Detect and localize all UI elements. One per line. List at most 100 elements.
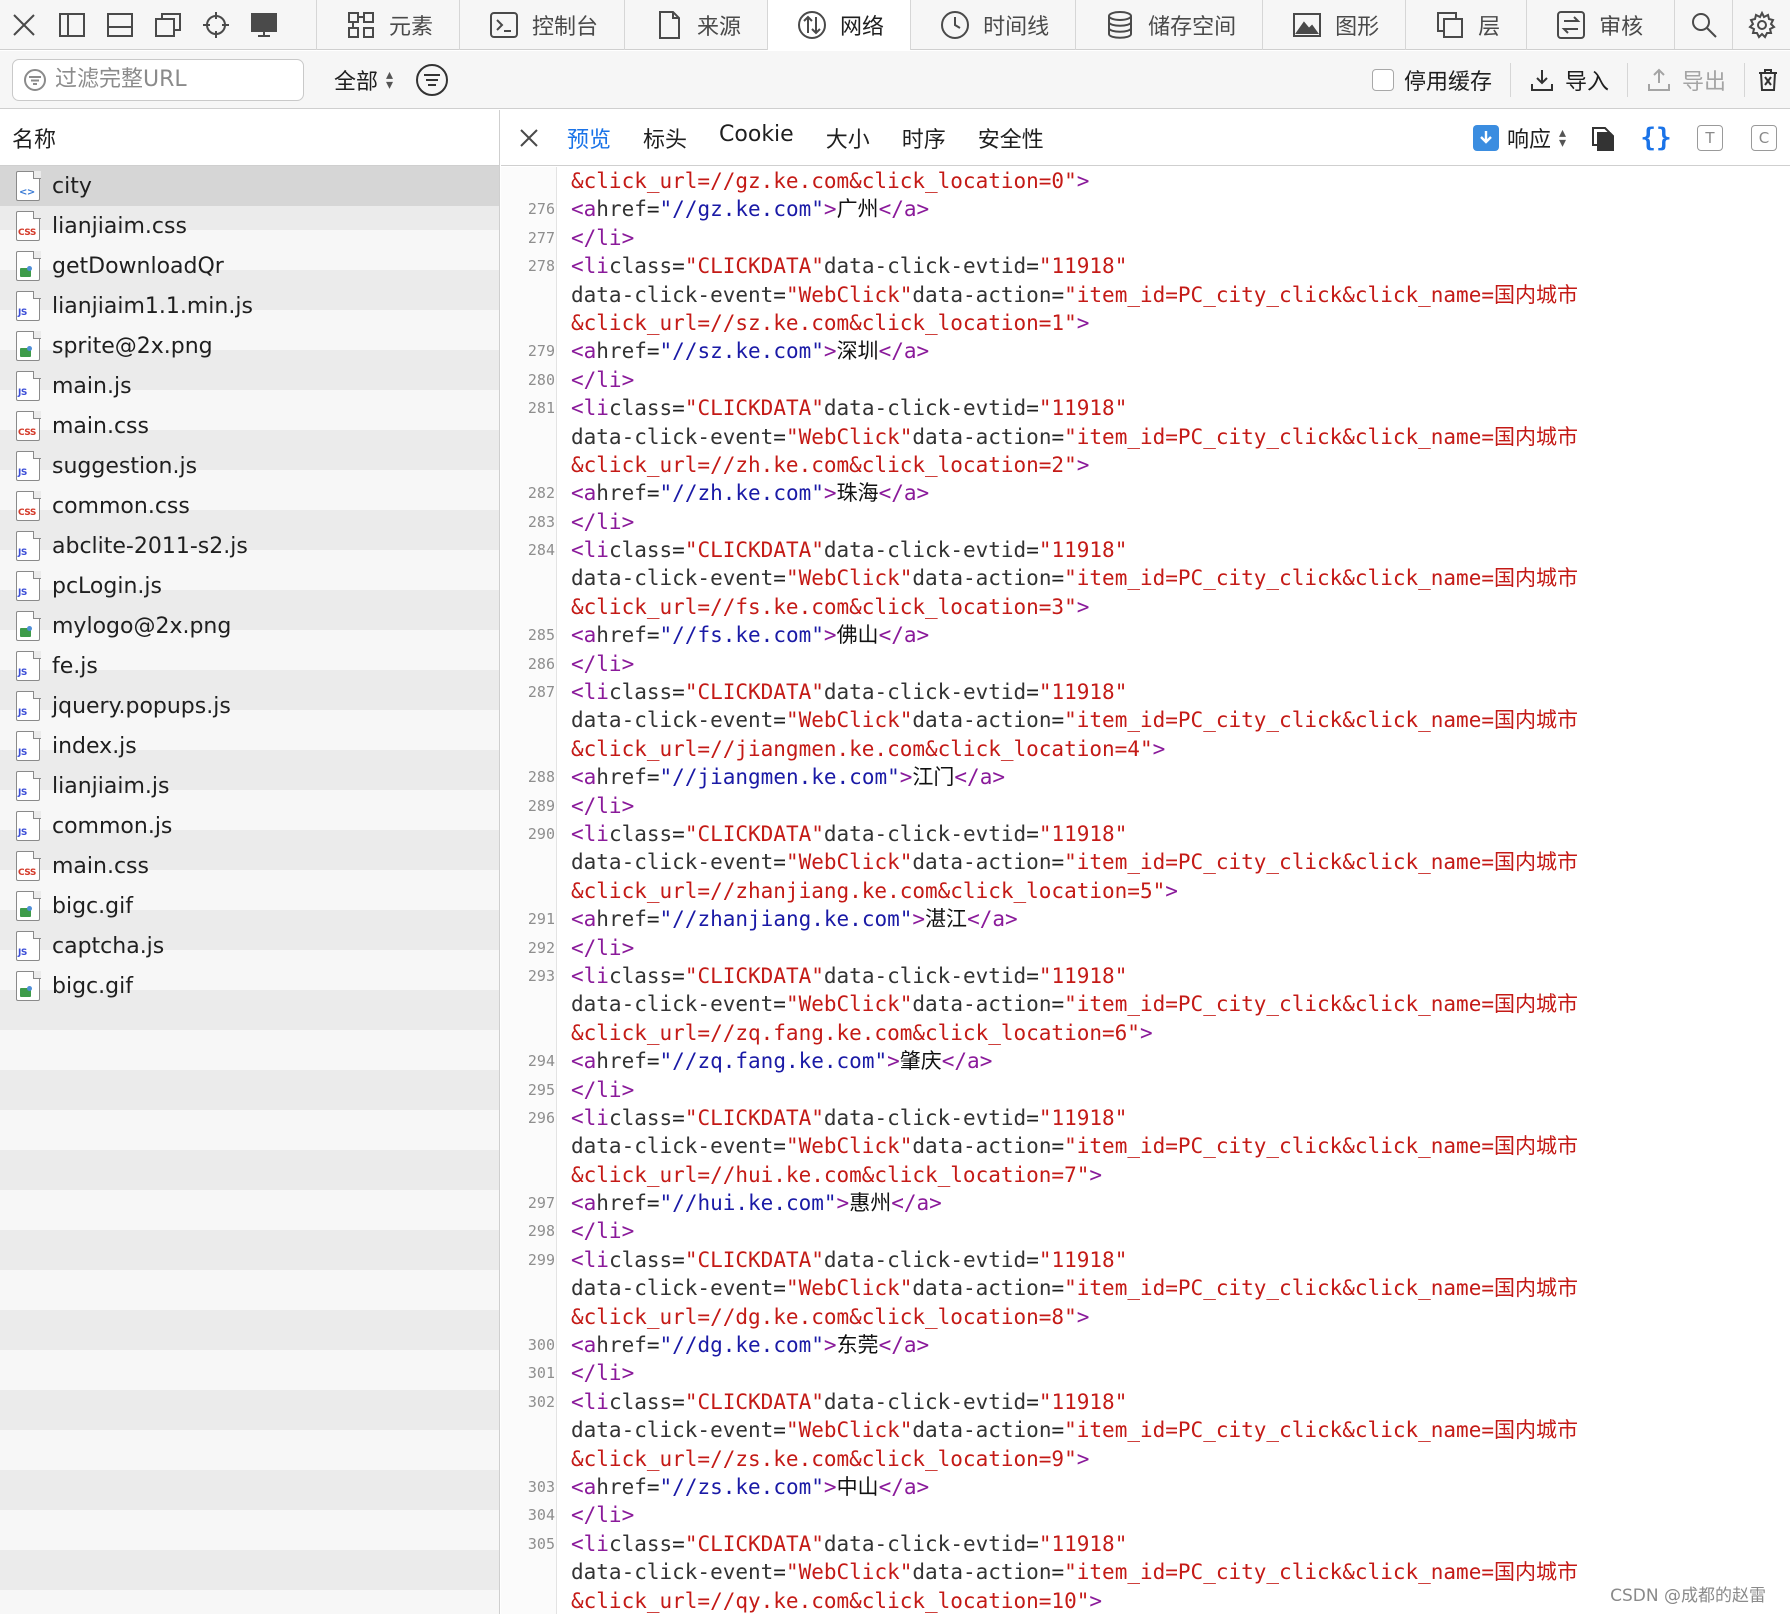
resource-row[interactable]: JS lianjiaim1.1.min.js: [0, 286, 499, 326]
resource-row[interactable]: mylogo@2x.png: [0, 606, 499, 646]
resource-row[interactable]: JS suggestion.js: [0, 446, 499, 486]
import-label: 导入: [1564, 69, 1609, 95]
resource-list: <> city CSS lianjiaim.css getDownloadQr JS…: [0, 166, 499, 1006]
code-line: 301 </li>: [528, 1359, 1781, 1387]
resource-row[interactable]: CSS main.css: [0, 846, 499, 886]
resource-row[interactable]: <> city: [0, 166, 499, 206]
line-number: 305: [527, 1534, 555, 1553]
url-filter-input[interactable]: [55, 67, 285, 92]
network-filter-bar: 全部 ▴▾ 停用缓存 导入 导出: [0, 51, 1790, 109]
copy-document-icon[interactable]: [1584, 120, 1620, 156]
detail-tab[interactable]: 标头: [627, 122, 703, 154]
js-file-icon: JS: [16, 290, 41, 321]
response-view-label: 响应: [1506, 127, 1551, 153]
device-monitor-icon[interactable]: [240, 0, 288, 49]
resource-row[interactable]: CSS lianjiaim.css: [0, 206, 499, 246]
url-filter-box[interactable]: [12, 58, 304, 101]
tab-network[interactable]: 网络: [767, 0, 911, 50]
settings-gear-icon[interactable]: [1732, 0, 1790, 49]
resource-row[interactable]: JS fe.js: [0, 646, 499, 686]
resource-row[interactable]: CSS common.css: [0, 486, 499, 526]
resource-type-select[interactable]: 全部 ▴ ▾: [334, 64, 393, 96]
resource-row[interactable]: JS common.js: [0, 806, 499, 846]
tab-graphics[interactable]: 图形: [1262, 0, 1405, 50]
code-line: 296 <li class = "CLICKDATA" data-click-evt…: [528, 1104, 1781, 1132]
css-file-icon: CSS: [16, 410, 41, 441]
resource-name: main.js: [52, 373, 132, 399]
code-line: data-click-event = "WebClick" data-action =…: [571, 1418, 1578, 1443]
resource-row[interactable]: JS jquery.popups.js: [0, 686, 499, 726]
resource-row[interactable]: JS index.js: [0, 726, 499, 766]
js-file-icon: JS: [16, 450, 41, 481]
resource-row[interactable]: getDownloadQr: [0, 246, 499, 286]
resource-row[interactable]: CSS main.css: [0, 406, 499, 446]
line-number: 284: [527, 541, 555, 560]
detail-tab[interactable]: 大小: [810, 122, 886, 154]
detail-tab[interactable]: Cookie: [703, 122, 810, 154]
tab-label: 控制台: [532, 15, 599, 40]
export-icon: [1647, 68, 1670, 91]
timeline-icon: [941, 11, 970, 39]
disable-cache-checkbox[interactable]: [1371, 68, 1394, 91]
js-file-icon: JS: [16, 810, 41, 841]
line-number: 287: [527, 683, 555, 702]
close-devtools-icon[interactable]: [0, 0, 48, 49]
tab-console[interactable]: 控制台: [459, 0, 624, 50]
audit-icon: [1557, 11, 1586, 39]
filter-options-icon[interactable]: [415, 63, 449, 97]
pretty-print-braces-icon[interactable]: {}: [1638, 120, 1674, 156]
resource-name: jquery.popups.js: [52, 693, 231, 719]
undock-window-icon[interactable]: [144, 0, 192, 49]
sources-icon: [659, 11, 681, 39]
code-line: 277 </li>: [528, 224, 1781, 252]
dock-left-icon[interactable]: [48, 0, 96, 49]
c-format-icon[interactable]: C: [1746, 120, 1782, 156]
resource-row[interactable]: JS lianjiaim.js: [0, 766, 499, 806]
dock-bottom-icon[interactable]: [96, 0, 144, 49]
js-file-icon: JS: [16, 930, 41, 961]
response-view-select[interactable]: 响应 ▴ ▾: [1472, 122, 1566, 154]
tab-sources[interactable]: 来源: [624, 0, 767, 50]
close-detail-icon[interactable]: [507, 127, 551, 149]
code-line: 278 <li class = "CLICKDATA" data-click-evt…: [528, 252, 1781, 280]
search-icon[interactable]: [1674, 0, 1732, 49]
js-file-icon: JS: [16, 690, 41, 721]
resource-row[interactable]: JS abclite-2011-s2.js: [0, 526, 499, 566]
tab-timeline[interactable]: 时间线: [910, 0, 1075, 50]
export-button[interactable]: 导出: [1626, 62, 1744, 97]
panel-tabs: 元素 控制台 来源 网络 时间线 储存空间 图形 层 审核: [316, 0, 1669, 50]
disable-cache-toggle[interactable]: 停用缓存: [1371, 64, 1510, 96]
code-line: &click_url=//zs.ke.com&click_location=9"…: [571, 1446, 1090, 1471]
tab-label: 储存空间: [1148, 15, 1237, 40]
tab-elements[interactable]: 元素: [316, 0, 459, 50]
js-file-icon: JS: [16, 730, 41, 761]
detail-tab[interactable]: 安全性: [962, 122, 1060, 154]
code-line: 284 <li class = "CLICKDATA" data-click-evt…: [528, 536, 1781, 564]
code-line: &click_url=//zh.ke.com&click_location=2"…: [571, 452, 1090, 477]
detail-tab[interactable]: 时序: [886, 122, 962, 154]
code-line: 279 <a href = "//sz.ke.com" > 深圳 </a>: [528, 337, 1781, 365]
import-button[interactable]: 导入: [1509, 62, 1627, 97]
name-column-header[interactable]: 名称: [0, 110, 499, 166]
tab-layers[interactable]: 层: [1405, 0, 1526, 50]
code-line: 299 <li class = "CLICKDATA" data-click-evt…: [528, 1246, 1781, 1274]
code-view: &click_url=//gz.ke.com&click_location=0"…: [528, 167, 1781, 1614]
line-number: 293: [527, 966, 555, 985]
detail-tab-list: 预览 标头 Cookie 大小 时序 安全性: [551, 122, 1060, 154]
img-file-icon: [16, 250, 41, 281]
resource-row[interactable]: sprite@2x.png: [0, 326, 499, 366]
resource-name: main.css: [52, 853, 149, 879]
text-wrap-icon[interactable]: T: [1692, 120, 1728, 156]
clear-log-trash-icon[interactable]: [1744, 62, 1790, 97]
code-line: 297 <a href = "//hui.ke.com" > 惠州 </a>: [528, 1189, 1781, 1217]
resource-row[interactable]: JS pcLogin.js: [0, 566, 499, 606]
tab-storage[interactable]: 储存空间: [1075, 0, 1262, 50]
resource-row[interactable]: JS captcha.js: [0, 926, 499, 966]
element-picker-icon[interactable]: [192, 0, 240, 49]
detail-tab[interactable]: 预览: [551, 122, 627, 154]
tab-audit[interactable]: 审核: [1526, 0, 1669, 50]
resource-row[interactable]: JS main.js: [0, 366, 499, 406]
resource-row[interactable]: bigc.gif: [0, 966, 499, 1006]
line-number: 277: [527, 228, 555, 247]
resource-row[interactable]: bigc.gif: [0, 886, 499, 926]
